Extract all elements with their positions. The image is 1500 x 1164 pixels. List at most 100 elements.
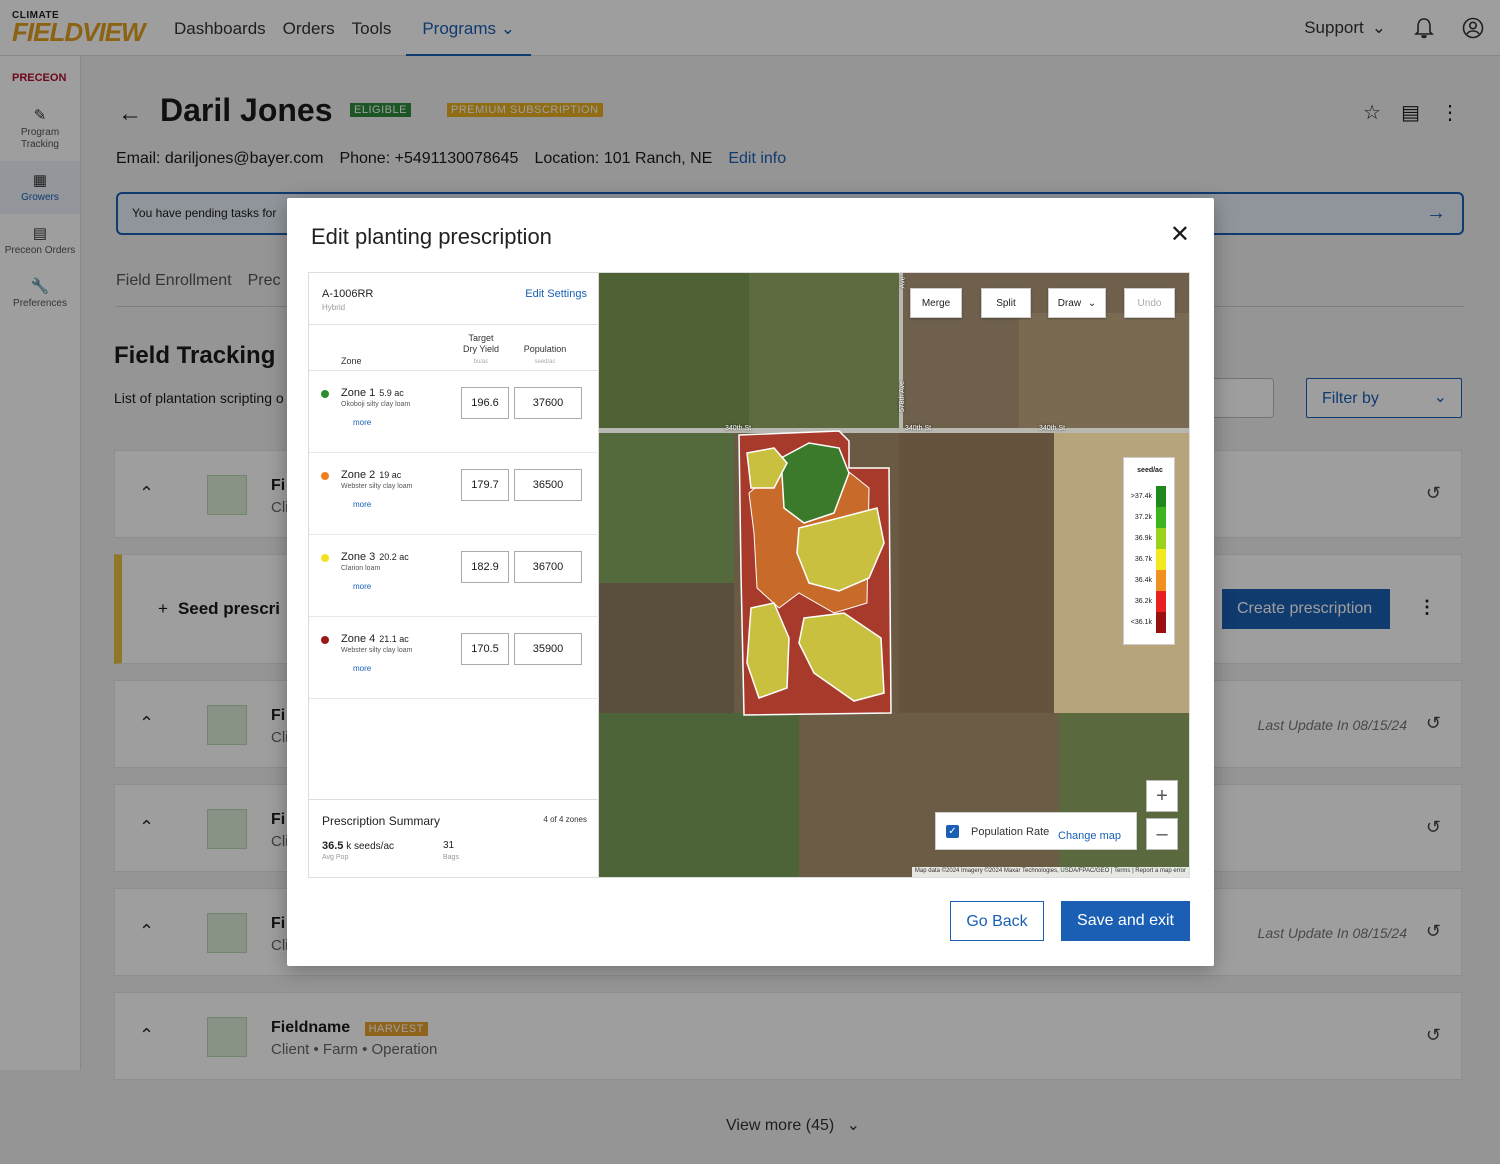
legend-swatch xyxy=(1156,570,1166,591)
legend-label: <36.1k xyxy=(1130,619,1152,626)
zone-table-header: Zone Target Dry Yield bu/ac Population s… xyxy=(309,325,599,371)
zone-soil: Webster silty clay loam xyxy=(341,647,413,654)
column-population-label: Population xyxy=(523,344,567,354)
avg-pop-unit: k seeds/ac xyxy=(346,841,395,852)
bags-value: 31 xyxy=(443,840,455,851)
yield-input[interactable]: 182.9 xyxy=(461,551,509,583)
yield-input[interactable]: 170.5 xyxy=(461,633,509,665)
split-button[interactable]: Split xyxy=(981,288,1031,318)
population-input[interactable]: 36700 xyxy=(514,551,582,583)
zone-color-dot xyxy=(321,472,329,480)
zone-more-link[interactable]: more xyxy=(353,582,371,591)
road-label: 578th Ave xyxy=(899,380,907,413)
population-layer-toggle: ✓ Population Rate Change map xyxy=(935,812,1137,850)
legend-title: seed/ac xyxy=(1137,467,1163,474)
edit-prescription-modal: Edit planting prescription ✕ A-1006RR Hy… xyxy=(287,198,1214,966)
legend-label: 36.7k xyxy=(1134,556,1152,563)
summary-title: Prescription Summary xyxy=(322,814,441,828)
column-yield-unit: bu/ac xyxy=(473,359,489,365)
legend-swatch xyxy=(1156,486,1166,507)
zone-soil: Clarion loam xyxy=(341,565,381,572)
zone-name: Zone 3 20.2 ac xyxy=(341,551,409,563)
zone-color-dot xyxy=(321,554,329,562)
hybrid-type: Hybrid xyxy=(322,303,346,312)
edit-settings-link[interactable]: Edit Settings xyxy=(525,288,587,300)
population-input[interactable]: 35900 xyxy=(514,633,582,665)
checkbox-checked-icon[interactable]: ✓ xyxy=(946,825,959,838)
road-label: 340th St xyxy=(725,425,752,432)
legend-label: 36.9k xyxy=(1134,535,1152,542)
column-population-unit: seed/ac xyxy=(534,359,556,365)
zone-row: Zone 3 20.2 ac Clarion loam more 182.9 36… xyxy=(309,535,599,617)
modal-title: Edit planting prescription xyxy=(311,224,552,249)
zone-name-text: Zone 4 xyxy=(341,633,376,645)
zone-acres: 20.2 ac xyxy=(379,552,409,562)
hybrid-name: A-1006RR xyxy=(322,288,374,300)
road-label: 340th St xyxy=(1039,425,1066,432)
avg-pop-value: 36.5 xyxy=(322,840,344,852)
legend-swatch xyxy=(1156,591,1166,612)
zone-acres: 5.9 ac xyxy=(379,388,404,398)
merge-button[interactable]: Merge xyxy=(910,288,962,318)
zoom-in-button[interactable]: + xyxy=(1146,780,1178,812)
legend-label: >37.4k xyxy=(1130,493,1152,500)
population-rate-label: Population Rate xyxy=(971,826,1050,838)
legend-entry: 36.9k xyxy=(1128,528,1172,549)
zone-acres: 21.1 ac xyxy=(379,634,409,644)
satellite-map xyxy=(599,273,1189,877)
zone-color-dot xyxy=(321,636,329,644)
zone-name: Zone 2 19 ac xyxy=(341,469,401,481)
zone-row: Zone 2 19 ac Webster silty clay loam more… xyxy=(309,453,599,535)
population-input[interactable]: 37600 xyxy=(514,387,582,419)
undo-button[interactable]: Undo xyxy=(1124,288,1175,318)
legend-entry: <36.1k xyxy=(1128,612,1172,633)
map-attribution[interactable]: Map data ©2024 Imagery ©2024 Maxar Techn… xyxy=(911,867,1189,877)
yield-input[interactable]: 179.7 xyxy=(461,469,509,501)
yield-input[interactable]: 196.6 xyxy=(461,387,509,419)
legend-swatch xyxy=(1156,612,1166,633)
legend-label: 37.2k xyxy=(1134,514,1152,521)
modal-body: A-1006RR Hybrid Edit Settings Zone Targe… xyxy=(308,272,1190,878)
save-and-exit-button[interactable]: Save and exit xyxy=(1061,901,1190,941)
prescription-summary: Prescription Summary 4 of 4 zones 36.5 k… xyxy=(309,799,599,877)
column-zone: Zone xyxy=(341,356,362,366)
summary-zone-count: 4 of 4 zones xyxy=(543,815,587,824)
draw-dropdown[interactable]: Draw ⌄ xyxy=(1048,288,1106,318)
legend-label: 36.2k xyxy=(1134,598,1152,605)
legend-swatch xyxy=(1156,549,1166,570)
zone-acres: 19 ac xyxy=(379,470,402,480)
column-population: Population seed/ac xyxy=(515,344,575,368)
go-back-button[interactable]: Go Back xyxy=(950,901,1044,941)
summary-avg-pop: 36.5 k seeds/ac xyxy=(322,840,394,852)
zone-more-link[interactable]: more xyxy=(353,664,371,673)
legend-entry: 36.7k xyxy=(1128,549,1172,570)
bags-label: Bags xyxy=(443,854,459,861)
column-yield: Target Dry Yield bu/ac xyxy=(449,333,513,368)
legend-swatch xyxy=(1156,507,1166,528)
zone-soil: Webster silty clay loam xyxy=(341,483,413,490)
zoom-out-button[interactable]: – xyxy=(1146,818,1178,850)
chevron-down-icon: ⌄ xyxy=(1087,298,1097,309)
zone-name-text: Zone 3 xyxy=(341,551,376,563)
legend-label: 36.4k xyxy=(1134,577,1152,584)
legend-entry: 37.2k xyxy=(1128,507,1172,528)
legend-swatch xyxy=(1156,528,1166,549)
column-yield-line1: Target xyxy=(468,333,494,343)
zone-panel: A-1006RR Hybrid Edit Settings Zone Targe… xyxy=(309,273,599,877)
draw-label: Draw xyxy=(1057,298,1082,309)
avg-pop-label: Avg Pop xyxy=(322,854,349,861)
close-icon[interactable]: ✕ xyxy=(1170,220,1190,249)
zone-row: Zone 4 21.1 ac Webster silty clay loam mo… xyxy=(309,617,599,699)
zone-more-link[interactable]: more xyxy=(353,500,371,509)
legend-entry: 36.4k xyxy=(1128,570,1172,591)
legend-entry: 36.2k xyxy=(1128,591,1172,612)
zone-more-link[interactable]: more xyxy=(353,418,371,427)
change-map-link[interactable]: Change map xyxy=(1058,830,1121,842)
population-legend: seed/ac >37.4k 37.2k 36.9k 36.7k 36.4k 3… xyxy=(1123,457,1175,645)
population-input[interactable]: 36500 xyxy=(514,469,582,501)
prescription-map[interactable]: 340th St 340th St 340th St 578th Ave Ave… xyxy=(599,273,1189,877)
zone-row: Zone 1 5.9 ac Okoboji silty clay loam mor… xyxy=(309,371,599,453)
road-label: Ave xyxy=(899,276,907,289)
zone-name-text: Zone 2 xyxy=(341,469,376,481)
hybrid-header: A-1006RR Hybrid Edit Settings xyxy=(309,273,599,325)
